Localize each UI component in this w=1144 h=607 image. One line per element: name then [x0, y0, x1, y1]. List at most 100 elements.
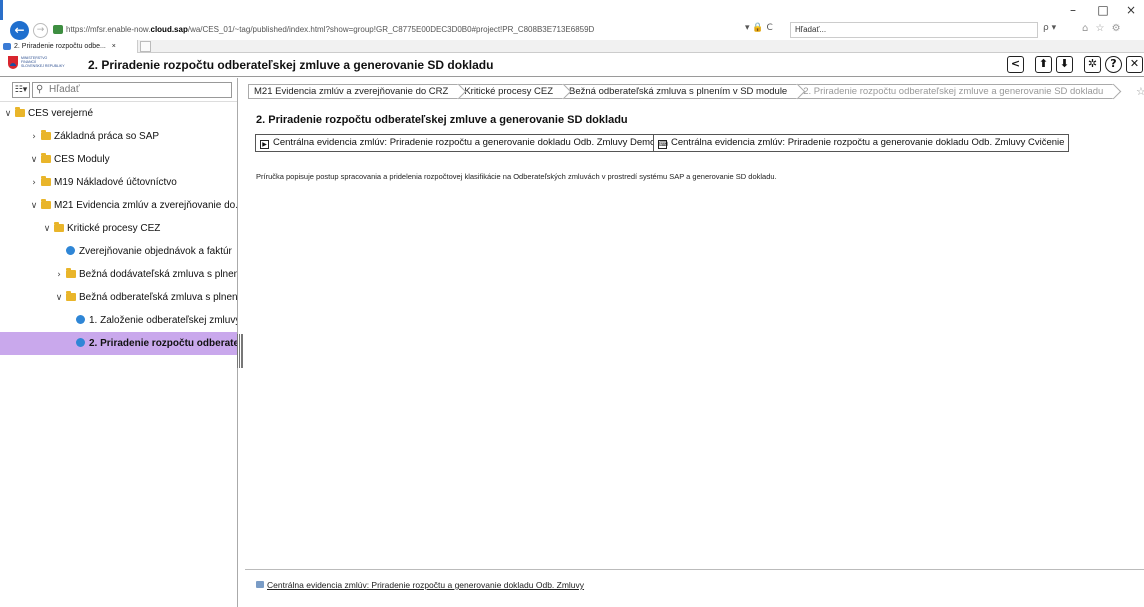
document-icon — [256, 581, 264, 588]
forward-button[interactable]: → — [33, 23, 48, 38]
window-edge-accent — [0, 0, 3, 22]
maximize-button[interactable]: □ — [1092, 2, 1114, 18]
chevron-right-icon[interactable]: › — [29, 172, 39, 194]
coat-of-arms-icon — [8, 56, 18, 69]
star-icon[interactable]: ☆ — [1136, 85, 1144, 98]
url-field[interactable]: https://mfsr.enable-now.cloud.sap/wa/CES… — [53, 22, 778, 38]
folder-icon — [54, 222, 64, 232]
url-domain: cloud.sap — [150, 25, 188, 34]
breadcrumb-item-m21[interactable]: M21 Evidencia zmlúv a zverejňovanie do C… — [248, 84, 459, 99]
folder-icon — [15, 107, 25, 117]
document-link[interactable]: Centrálna evidencia zmlúv: Priradenie ro… — [256, 580, 584, 590]
tab-favicon — [3, 43, 11, 50]
search-dropdown-icon[interactable]: ρ ▾ — [1043, 23, 1056, 33]
search-icon: ⚲ — [36, 84, 44, 95]
practice-mode-button[interactable]: ⌨ Centrálna evidencia zmlúv: Priradenie r… — [653, 134, 1070, 152]
tree-item-label: 1. Založenie odberateľskej zmluvy... — [89, 315, 238, 326]
url-rest: /wa/CES_01/~tag/published/index.html?sho… — [187, 25, 595, 34]
tab-close-icon[interactable]: × — [112, 43, 116, 50]
page-title: 2. Priradenie rozpočtu odberateľskej zml… — [88, 58, 494, 72]
tree-item-label: 2. Priradenie rozpočtu odberate... — [89, 338, 238, 349]
tree-view-toggle[interactable]: ☷▾ — [12, 82, 30, 98]
content-title: 2. Priradenie rozpočtu odberateľskej zml… — [256, 114, 628, 126]
tree-item-label: Základná práca so SAP — [54, 131, 160, 142]
tutorial-icon — [66, 246, 75, 255]
tree-item-label: Kritické procesy CEZ — [67, 223, 161, 234]
tree-item-label: CES verejerné — [28, 108, 94, 119]
app-header: MINISTERSTVO FINANCIÍ SLOVENSKEJ REPUBLI… — [0, 53, 1144, 77]
window-close-button[interactable]: × — [1120, 2, 1142, 18]
chevron-down-icon[interactable]: ∨ — [29, 195, 39, 217]
main-content: M21 Evidencia zmlúv a zverejňovanie do C… — [245, 78, 1144, 607]
close-button[interactable]: ✕ — [1126, 56, 1143, 73]
folder-icon — [41, 153, 51, 163]
tree-item-label: Bežná odberateľská zmluva s plnení... — [79, 292, 238, 303]
folder-icon — [41, 199, 51, 209]
tab-bar: 2. Priradenie rozpočtu odbe... × — [0, 40, 1144, 53]
practice-mode-label: Centrálna evidencia zmlúv: Priradenie ro… — [671, 137, 1065, 148]
tutorial-icon — [76, 315, 85, 324]
folder-icon — [66, 291, 76, 301]
tree-item-ces-moduly[interactable]: ∨ CES Moduly — [0, 148, 237, 171]
tree-item-label: Zverejňovanie objednávok a faktúr — [79, 246, 232, 257]
url-prefix: https://mfsr.enable-now. — [66, 25, 151, 34]
tree-item-kriticke-procesy[interactable]: ∨ Kritické procesy CEZ — [0, 217, 237, 240]
folder-icon — [41, 130, 51, 140]
chevron-right-icon[interactable]: › — [29, 126, 39, 148]
bottom-pane: Centrálna evidencia zmlúv: Priradenie ro… — [245, 569, 1144, 607]
previous-button[interactable]: ⬆ — [1035, 56, 1052, 73]
breadcrumb-item-current: 2. Priradenie rozpočtu odberateľskej zml… — [795, 84, 1114, 99]
new-tab-button[interactable] — [140, 41, 151, 52]
description-text: Príručka popisuje postup spracovania a p… — [256, 172, 777, 181]
tree-item-label: CES Moduly — [54, 154, 110, 165]
tree-item-priradenie-selected[interactable]: 2. Priradenie rozpočtu odberate... — [0, 332, 238, 355]
browser-tab[interactable]: 2. Priradenie rozpočtu odbe... × — [0, 40, 138, 53]
window-titlebar: – □ × — [0, 0, 1144, 22]
tab-label: 2. Priradenie rozpočtu odbe... — [14, 43, 106, 50]
demo-mode-label: Centrálna evidencia zmlúv: Priradenie ro… — [273, 137, 656, 148]
tutorial-icon — [76, 338, 85, 347]
folder-icon — [66, 268, 76, 278]
next-button[interactable]: ⬇ — [1056, 56, 1073, 73]
tree-item-zakladna-praca[interactable]: › Základná práca so SAP — [0, 125, 237, 148]
folder-icon — [41, 176, 51, 186]
help-button[interactable]: ? — [1105, 56, 1122, 73]
tree-item-zalozenie[interactable]: 1. Založenie odberateľskej zmluvy... — [0, 309, 238, 332]
address-bar: ← → https://mfsr.enable-now.cloud.sap/wa… — [0, 20, 1144, 40]
settings-button[interactable]: ✲ — [1084, 56, 1101, 73]
tree-item-label: Bežná dodávateľská zmluva s plnením — [79, 269, 238, 280]
sidebar-toolbar: ☷▾ ⚲ Hľadať — [0, 78, 237, 102]
browser-toolbar-icons[interactable]: ⌂ ☆ ⚙ — [1082, 23, 1123, 34]
demo-mode-button[interactable]: ▶ Centrálna evidencia zmlúv: Priradenie r… — [255, 134, 661, 152]
breadcrumb-item-kriticke[interactable]: Kritické procesy CEZ — [456, 84, 563, 99]
tree-item-zverejnovanie[interactable]: Zverejňovanie objednávok a faktúr — [0, 240, 237, 263]
tree-item-label: M19 Nákladové účtovníctvo — [54, 177, 177, 188]
sidebar-search-placeholder: Hľadať — [49, 84, 80, 95]
chevron-down-icon[interactable]: ∨ — [3, 103, 13, 125]
chevron-down-icon[interactable]: ∨ — [29, 149, 39, 171]
play-icon: ▶ — [260, 140, 269, 149]
site-icon — [53, 25, 63, 35]
chevron-down-icon[interactable]: ∨ — [54, 287, 64, 309]
tree-item-m19[interactable]: › M19 Nákladové účtovníctvo — [0, 171, 237, 194]
keyboard-icon: ⌨ — [658, 140, 668, 149]
browser-search-input[interactable]: Hľadať... — [790, 22, 1038, 38]
minimize-button[interactable]: – — [1062, 2, 1084, 18]
tree-item-m21[interactable]: ∨ M21 Evidencia zmlúv a zverejňovanie do.… — [0, 194, 238, 217]
sidebar-resize-handle[interactable] — [237, 334, 243, 368]
sidebar-search-input[interactable]: ⚲ Hľadať — [32, 82, 232, 98]
tree-item-dodavatelska-zmluva[interactable]: › Bežná dodávateľská zmluva s plnením — [0, 263, 238, 286]
chevron-down-icon[interactable]: ∨ — [42, 218, 52, 240]
back-button[interactable]: ← — [10, 21, 29, 40]
sidebar: ☷▾ ⚲ Hľadať ∨ CES verejerné › Základná prá… — [0, 78, 238, 607]
logo-text: MINISTERSTVO FINANCIÍ SLOVENSKEJ REPUBLI… — [21, 56, 65, 68]
document-link-label: Centrálna evidencia zmlúv: Priradenie ro… — [267, 580, 585, 590]
breadcrumb-item-odberatelska[interactable]: Bežná odberateľská zmluva s plnením v SD… — [561, 84, 798, 99]
tree-item-label: M21 Evidencia zmlúv a zverejňovanie do..… — [54, 200, 238, 211]
url-tools[interactable]: ▾ 🔒 C — [745, 23, 773, 33]
tree-item-ces-verejne[interactable]: ∨ CES verejerné — [0, 102, 237, 125]
share-button[interactable]: < — [1007, 56, 1024, 73]
breadcrumb: M21 Evidencia zmlúv a zverejňovanie do C… — [248, 84, 1114, 99]
chevron-right-icon[interactable]: › — [54, 264, 64, 286]
tree-item-odberatelska-zmluva[interactable]: ∨ Bežná odberateľská zmluva s plnení... — [0, 286, 238, 309]
